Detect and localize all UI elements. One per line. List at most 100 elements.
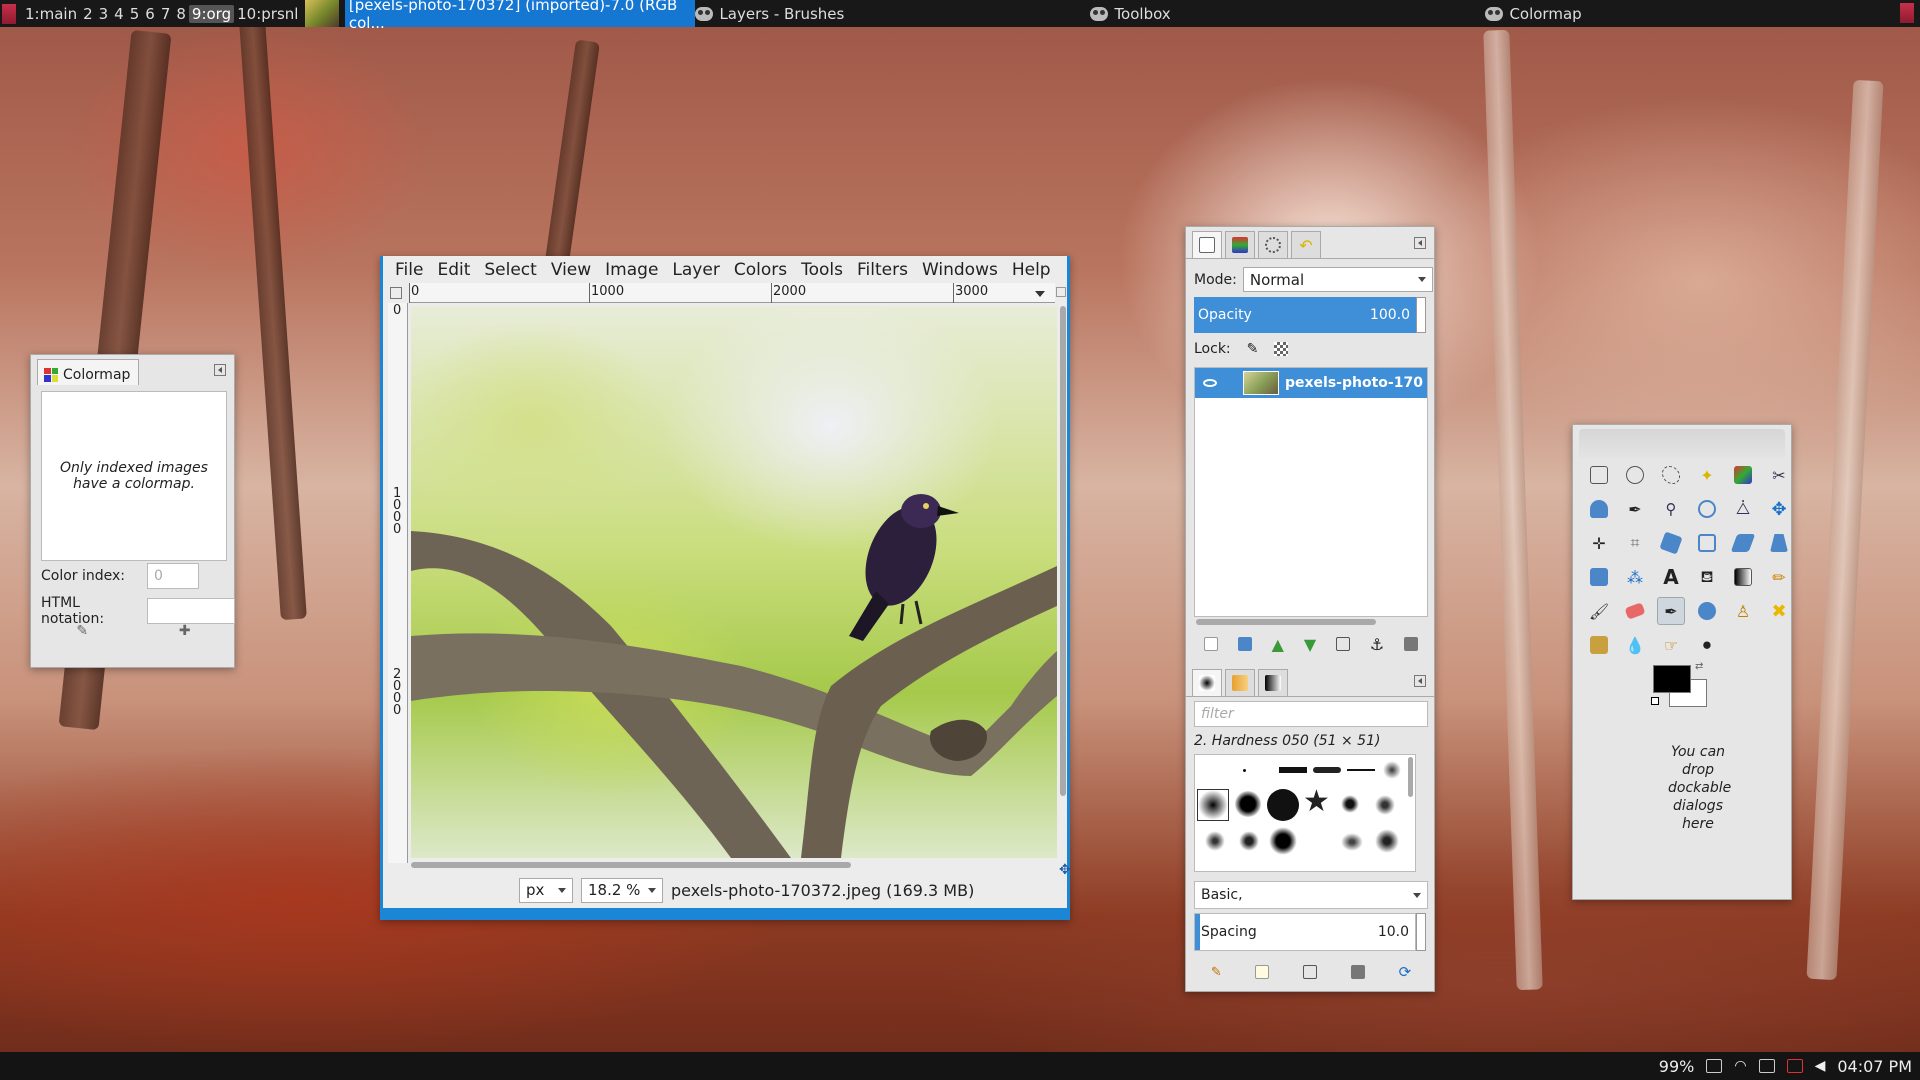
workspace-3[interactable]: 3 <box>96 5 112 23</box>
dock-menu-icon[interactable] <box>214 364 226 376</box>
tab-undo-history[interactable]: ↶ <box>1291 231 1321 258</box>
task-image-window[interactable]: [pexels-photo-170372] (imported)-7.0 (RG… <box>305 0 696 32</box>
scissors-tool-icon[interactable]: ✂ <box>1765 461 1793 489</box>
raise-layer-icon[interactable]: ▲ <box>1272 635 1284 654</box>
airbrush-tool-icon[interactable]: ✒ <box>1657 597 1685 625</box>
brush-item[interactable] <box>1243 769 1246 772</box>
tab-layers[interactable] <box>1192 231 1222 258</box>
menu-file[interactable]: File <box>388 260 430 280</box>
workspace-5[interactable]: 5 <box>127 5 143 23</box>
fuzzy-select-tool-icon[interactable]: ✦ <box>1693 461 1721 489</box>
brush-item[interactable] <box>1313 767 1341 773</box>
new-layer-group-icon[interactable] <box>1237 637 1252 651</box>
workspace-4[interactable]: 4 <box>111 5 127 23</box>
smudge-tool-icon[interactable]: ☞ <box>1657 631 1685 659</box>
new-brush-icon[interactable] <box>1255 965 1270 979</box>
keyboard-icon[interactable] <box>1706 1059 1723 1073</box>
measure-tool-icon[interactable]: ⧊ <box>1729 495 1757 523</box>
vertical-ruler[interactable]: 0 1000 2000 <box>388 303 408 863</box>
layer-list-scrollbar[interactable] <box>1196 619 1376 625</box>
tab-brushes[interactable] <box>1192 669 1222 696</box>
brush-item[interactable] <box>1269 827 1297 855</box>
menu-image[interactable]: Image <box>598 260 665 280</box>
dodge-burn-tool-icon[interactable]: ⚫ <box>1693 631 1721 659</box>
blend-tool-icon[interactable] <box>1729 563 1757 591</box>
power-icon[interactable] <box>1786 1059 1803 1073</box>
color-index-field[interactable]: 0 <box>147 563 199 589</box>
clock[interactable]: 04:07 PM <box>1837 1057 1912 1076</box>
brush-item[interactable] <box>1267 789 1299 821</box>
foreground-select-tool-icon[interactable] <box>1585 495 1613 523</box>
crop-tool-icon[interactable]: ⌗ <box>1621 529 1649 557</box>
brush-item[interactable] <box>1383 761 1401 779</box>
tab-colormap[interactable]: Colormap <box>37 359 140 385</box>
new-layer-icon[interactable] <box>1203 637 1218 651</box>
brush-item[interactable] <box>1205 831 1225 851</box>
zoom-tool-icon[interactable] <box>1693 495 1721 523</box>
lock-alpha-icon[interactable] <box>1274 342 1289 356</box>
menu-view[interactable]: View <box>544 260 598 280</box>
brush-item[interactable] <box>1235 791 1261 817</box>
workspace-7[interactable]: 7 <box>158 5 174 23</box>
flip-tool-icon[interactable] <box>1585 563 1613 591</box>
brush-item-selected[interactable] <box>1197 789 1229 821</box>
tab-paths[interactable] <box>1258 231 1288 258</box>
edit-brush-icon[interactable]: ✎ <box>1211 965 1222 980</box>
select-by-color-tool-icon[interactable] <box>1729 461 1757 489</box>
menu-help[interactable]: Help <box>1005 260 1058 280</box>
swap-colors-icon[interactable]: ⇄ <box>1695 661 1703 672</box>
unit-select[interactable]: px <box>519 877 573 903</box>
free-select-tool-icon[interactable] <box>1657 461 1685 489</box>
brush-filter-input[interactable]: filter <box>1194 701 1428 727</box>
perspective-clone-tool-icon[interactable] <box>1585 631 1613 659</box>
edit-color-icon[interactable]: ✎ <box>76 623 88 639</box>
brush-item[interactable] <box>1279 767 1307 773</box>
scale-tool-icon[interactable] <box>1693 529 1721 557</box>
workspace-9[interactable]: 9:org <box>188 4 235 23</box>
delete-layer-icon[interactable] <box>1404 637 1419 651</box>
paths-tool-icon[interactable]: ✒ <box>1621 495 1649 523</box>
menu-edit[interactable]: Edit <box>430 260 477 280</box>
volume-icon[interactable]: ◀ <box>1815 1058 1826 1074</box>
workspace-10[interactable]: 10:prsnl <box>234 5 301 23</box>
mode-select[interactable]: Normal <box>1242 267 1433 292</box>
paintbrush-tool-icon[interactable]: 🖌 <box>1585 597 1613 625</box>
menu-select[interactable]: Select <box>477 260 543 280</box>
task-layers-brushes[interactable]: Layers - Brushes <box>695 0 1090 27</box>
workspace-8[interactable]: 8 <box>173 5 189 23</box>
refresh-brushes-icon[interactable]: ⟳ <box>1399 963 1412 981</box>
workspace-6[interactable]: 6 <box>142 5 158 23</box>
brush-grid-scrollbar[interactable] <box>1408 757 1413 797</box>
delete-brush-icon[interactable] <box>1350 965 1365 979</box>
brush-item[interactable] <box>1341 795 1359 813</box>
zoom-select[interactable]: 18.2 % <box>581 877 663 903</box>
anchor-layer-icon[interactable]: ⚓ <box>1370 635 1384 654</box>
move-tool-icon[interactable]: ✥ <box>1765 495 1793 523</box>
ink-tool-icon[interactable] <box>1693 597 1721 625</box>
dock-menu-icon[interactable] <box>1414 237 1426 249</box>
workspace-1[interactable]: 1:main <box>22 5 80 23</box>
opacity-spin-buttons[interactable] <box>1416 297 1426 333</box>
tab-patterns[interactable] <box>1225 669 1255 696</box>
brush-item[interactable] <box>1347 769 1375 771</box>
bucket-fill-tool-icon[interactable]: ⛾ <box>1693 563 1721 591</box>
menu-filters[interactable]: Filters <box>850 260 915 280</box>
workspace-2[interactable]: 2 <box>80 5 96 23</box>
opacity-slider[interactable]: Opacity 100.0 <box>1194 297 1416 333</box>
spacing-spin-buttons[interactable] <box>1416 913 1426 951</box>
foreground-color-swatch[interactable] <box>1653 665 1691 693</box>
vertical-scrollbar[interactable] <box>1059 306 1067 858</box>
horizontal-ruler[interactable]: 0 1000 2000 3000 <box>409 283 1055 303</box>
shear-tool-icon[interactable] <box>1729 529 1757 557</box>
panel-end-icon[interactable] <box>1900 3 1914 23</box>
rotate-tool-icon[interactable] <box>1657 529 1685 557</box>
heal-tool-icon[interactable]: ✖ <box>1765 597 1793 625</box>
default-colors-icon[interactable] <box>1651 697 1659 705</box>
lock-pixels-icon[interactable]: ✎ <box>1247 341 1259 357</box>
lower-layer-icon[interactable]: ▼ <box>1304 635 1316 654</box>
dock-menu-icon[interactable] <box>1414 675 1426 687</box>
eraser-tool-icon[interactable] <box>1621 597 1649 625</box>
battery-level[interactable]: 99% <box>1659 1057 1695 1076</box>
text-tool-icon[interactable]: A <box>1657 563 1685 591</box>
layer-row[interactable]: pexels-photo-170 <box>1195 368 1427 398</box>
